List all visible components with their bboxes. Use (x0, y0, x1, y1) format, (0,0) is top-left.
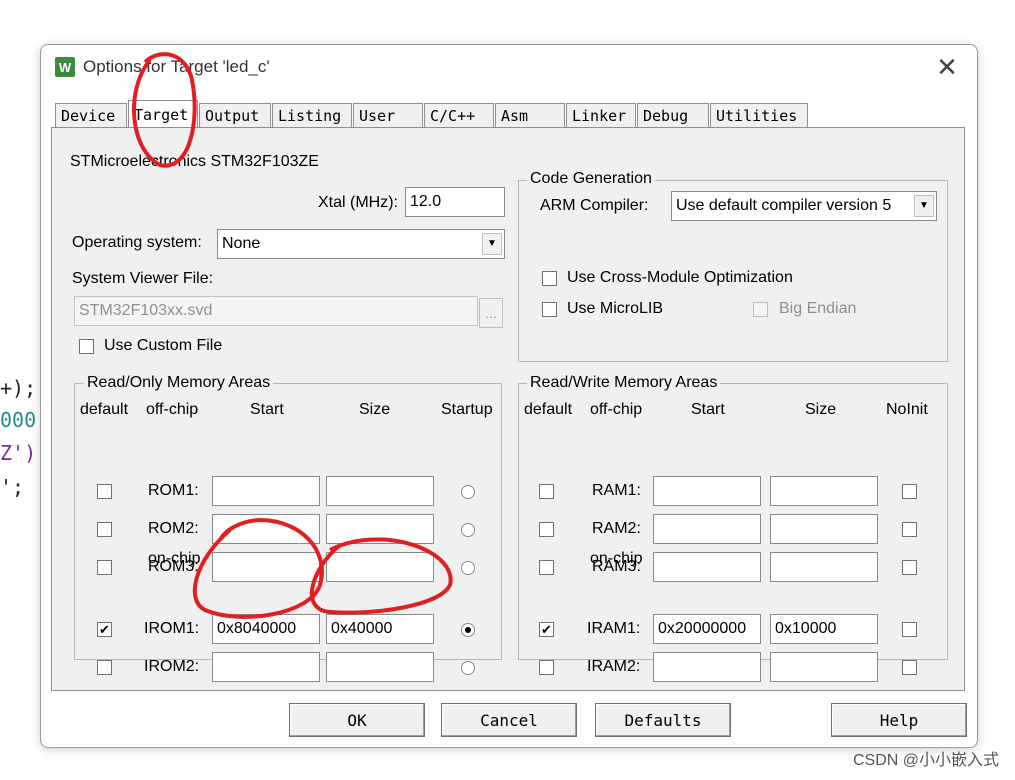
watermark: CSDN @小小嵌入式 (852, 752, 999, 769)
annotation-circle-irom1-size (310, 537, 453, 615)
annotation-overlay (132, 52, 453, 619)
annotation-circle-target-tab (132, 52, 197, 168)
annotation-circle-irom1-start (192, 517, 324, 619)
